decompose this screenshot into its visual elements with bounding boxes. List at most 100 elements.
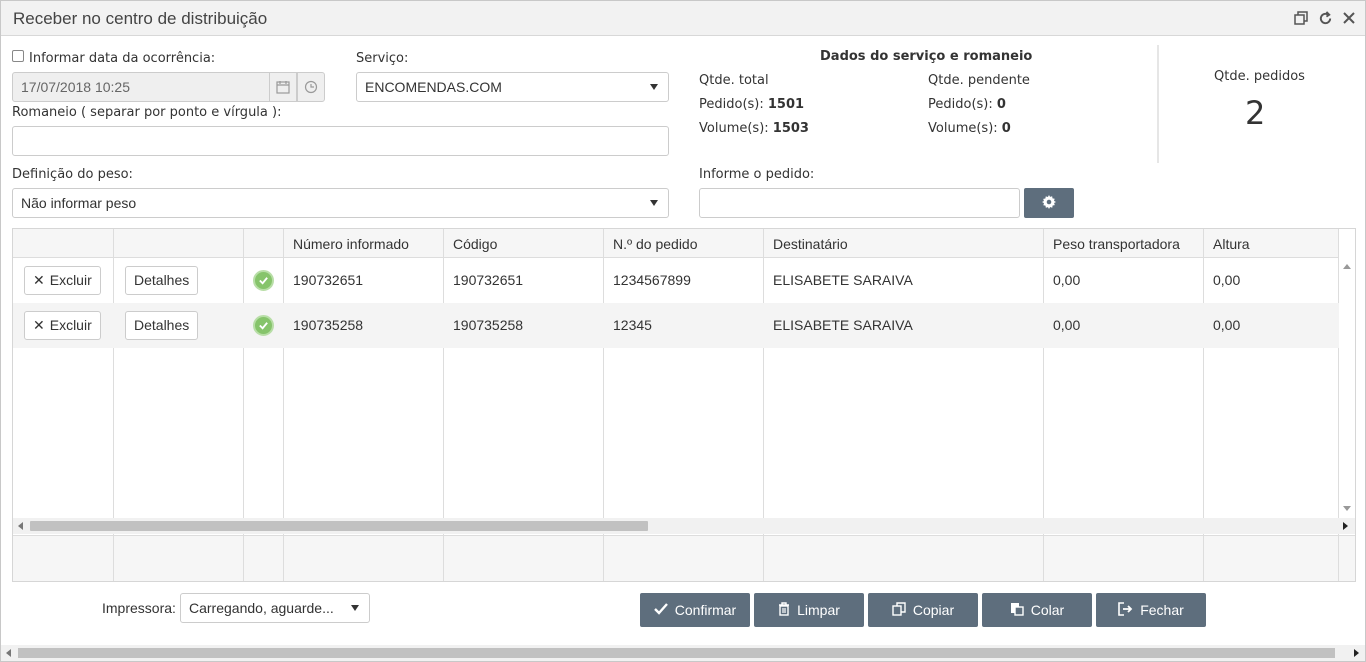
paste-icon: [1010, 602, 1024, 619]
cell-peso: 0,00: [1053, 272, 1081, 288]
copy-button[interactable]: Copiar: [868, 593, 978, 627]
close-icon[interactable]: [1339, 8, 1359, 28]
details-label: Detalhes: [134, 317, 190, 333]
cell-pedido: 12345: [613, 317, 652, 333]
check-circle-icon: [253, 315, 274, 336]
weight-label: Definição do peso:: [12, 167, 133, 182]
page-scroll-thumb[interactable]: [18, 648, 1335, 658]
total-label: Qtde. total: [699, 73, 769, 88]
printer-value: Carregando, aguarde...: [189, 600, 334, 616]
pending-volumes-label: Volume(s):: [928, 121, 998, 136]
order-input[interactable]: [699, 188, 1020, 218]
check-icon: [653, 602, 668, 618]
service-select[interactable]: ENCOMENDAS.COM: [356, 72, 669, 102]
summary-title: Dados do serviço e romaneio: [820, 49, 1033, 64]
column-codigo[interactable]: Código: [453, 236, 497, 252]
service-value: ENCOMENDAS.COM: [365, 79, 502, 95]
grid-footer: [13, 535, 1355, 581]
cell-altura: 0,00: [1213, 317, 1241, 333]
qty-orders-value: 2: [1245, 94, 1266, 132]
column-altura[interactable]: Altura: [1213, 236, 1250, 252]
check-circle-icon: [253, 270, 274, 291]
pending-orders: Pedido(s): 0: [928, 97, 1006, 112]
scroll-left-icon[interactable]: [18, 522, 23, 530]
column-divider: [243, 536, 244, 581]
weight-select[interactable]: Não informar peso: [12, 188, 669, 218]
column-peso[interactable]: Peso transportadora: [1053, 236, 1180, 252]
cell-numero: 190732651: [293, 272, 364, 288]
clock-icon[interactable]: [297, 72, 325, 102]
calendar-icon[interactable]: [269, 72, 297, 102]
column-divider: [1338, 536, 1339, 581]
column-numero[interactable]: Número informado: [293, 236, 409, 252]
scroll-down-icon[interactable]: [1343, 506, 1351, 511]
paste-button[interactable]: Colar: [982, 593, 1092, 627]
column-pedido[interactable]: N.º do pedido: [613, 236, 698, 252]
service-label: Serviço:: [356, 51, 409, 66]
details-button[interactable]: Detalhes: [125, 311, 199, 340]
close-icon: ✕: [33, 272, 45, 288]
column-divider: [443, 536, 444, 581]
total-volumes: Volume(s): 1503: [699, 121, 809, 136]
order-label: Informe o pedido:: [699, 167, 815, 182]
romaneio-input[interactable]: [12, 126, 669, 156]
printer-select[interactable]: Carregando, aguarde...: [180, 593, 370, 623]
scroll-up-icon[interactable]: [1343, 264, 1351, 269]
cell-destinatario: ELISABETE SARAIVA: [773, 272, 913, 288]
grid-horizontal-scrollbar[interactable]: [13, 518, 1355, 534]
refresh-icon[interactable]: [1315, 8, 1335, 28]
confirm-label: Confirmar: [674, 602, 737, 618]
printer-label: Impressora:: [102, 600, 176, 616]
delete-label: Excluir: [49, 317, 92, 333]
chevron-down-icon: [650, 84, 658, 90]
order-settings-button[interactable]: [1024, 188, 1074, 218]
total-orders-value: 1501: [767, 97, 805, 112]
copy-icon: [892, 601, 906, 619]
occurrence-date-input[interactable]: 17/07/2018 10:25: [12, 72, 270, 102]
clear-button[interactable]: Limpar: [754, 593, 864, 627]
title-bar: Receber no centro de distribuição: [1, 1, 1365, 36]
restore-icon[interactable]: [1291, 8, 1311, 28]
qty-orders-label: Qtde. pedidos: [1214, 69, 1305, 84]
pending-orders-value: 0: [996, 97, 1006, 112]
close-button[interactable]: Fechar: [1096, 593, 1206, 627]
dialog-title: Receber no centro de distribuição: [13, 9, 268, 28]
chevron-down-icon: [351, 605, 359, 611]
close-label: Fechar: [1140, 602, 1184, 618]
total-volumes-label: Volume(s):: [699, 121, 769, 136]
paste-label: Colar: [1030, 602, 1065, 618]
romaneio-label: Romaneio ( separar por ponto e vírgula )…: [12, 105, 282, 120]
trash-icon: [778, 601, 790, 619]
confirm-button[interactable]: Confirmar: [640, 593, 750, 627]
page-horizontal-scrollbar[interactable]: [1, 645, 1365, 661]
orders-grid: Número informado Código N.º do pedido De…: [12, 228, 1356, 582]
scroll-right-icon[interactable]: [1354, 649, 1359, 657]
delete-button[interactable]: ✕ Excluir: [24, 266, 101, 295]
close-icon: ✕: [33, 317, 45, 333]
grid-header: Número informado Código N.º do pedido De…: [13, 229, 1339, 258]
column-divider: [603, 536, 604, 581]
pending-volumes-value: 0: [1001, 121, 1011, 136]
occurrence-checkbox[interactable]: [12, 50, 24, 62]
total-orders-label: Pedido(s):: [699, 97, 764, 112]
grid-scroll-thumb[interactable]: [30, 521, 648, 531]
column-divider: [113, 536, 114, 581]
cell-destinatario: ELISABETE SARAIVA: [773, 317, 913, 333]
grid-vertical-scrollbar[interactable]: [1339, 258, 1355, 517]
delete-label: Excluir: [49, 272, 92, 288]
pending-orders-label: Pedido(s):: [928, 97, 993, 112]
column-destinatario[interactable]: Destinatário: [773, 236, 848, 252]
delete-button[interactable]: ✕ Excluir: [24, 311, 101, 340]
occurrence-date-value: 17/07/2018 10:25: [21, 79, 130, 95]
scroll-left-icon[interactable]: [6, 649, 11, 657]
scroll-right-icon[interactable]: [1343, 522, 1348, 530]
table-row: ✕ Excluir Detalhes 190735258 190735258 12…: [13, 303, 1339, 348]
cell-numero: 190735258: [293, 317, 364, 333]
summary-divider: [1157, 45, 1159, 163]
cell-codigo: 190732651: [453, 272, 524, 288]
weight-value: Não informar peso: [21, 195, 137, 211]
gear-icon: [1042, 194, 1056, 212]
column-divider: [1043, 536, 1044, 581]
details-button[interactable]: Detalhes: [125, 266, 199, 295]
pending-volumes: Volume(s): 0: [928, 121, 1011, 136]
